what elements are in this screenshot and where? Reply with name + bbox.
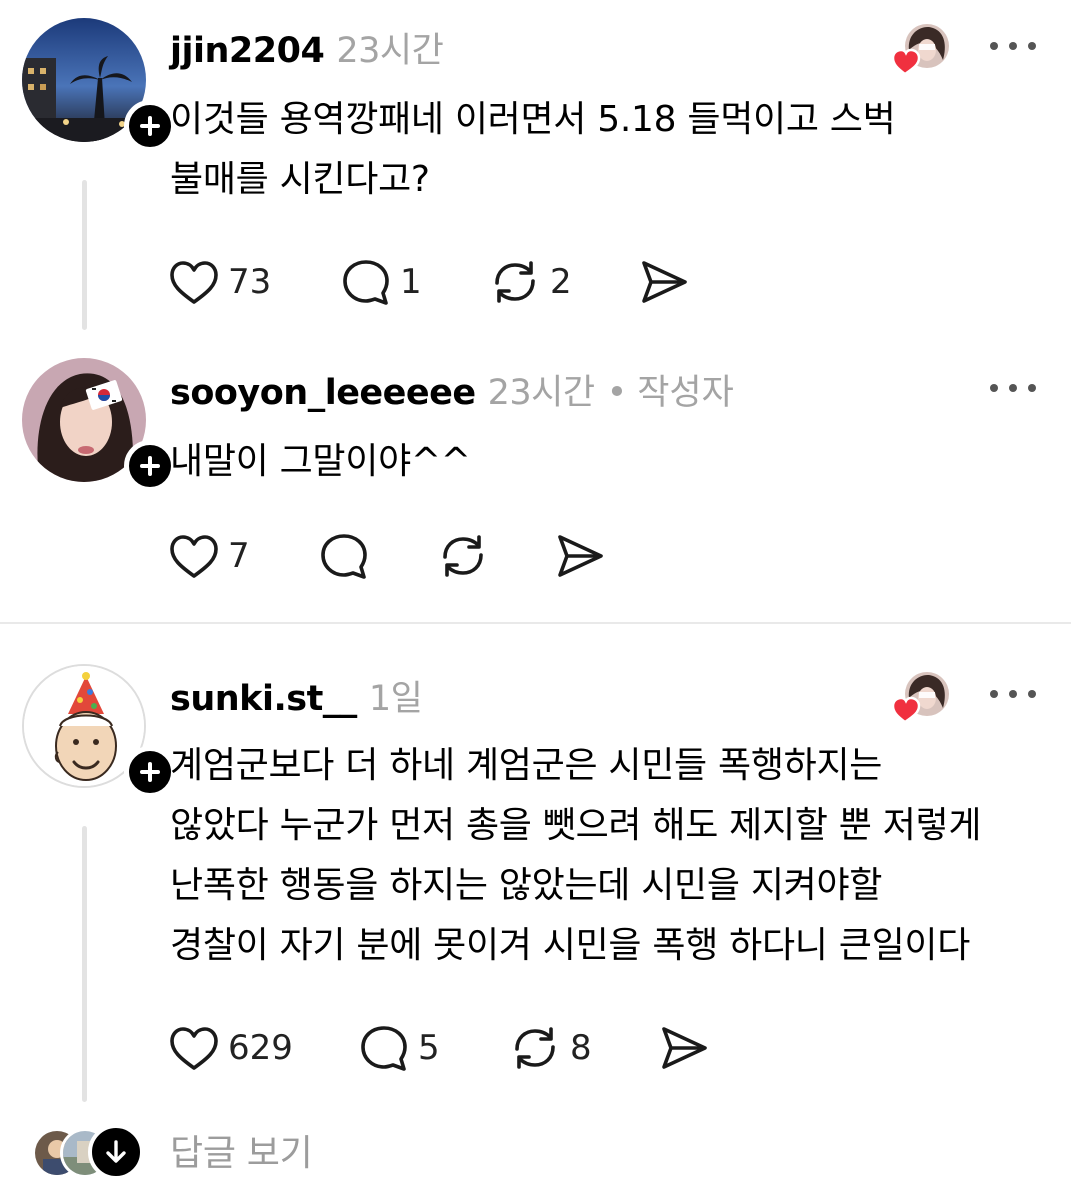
timestamp: 1일 xyxy=(368,679,423,719)
reply-button[interactable]: 1 xyxy=(340,254,422,310)
thread-line xyxy=(82,180,87,330)
share-button[interactable] xyxy=(658,1020,710,1076)
more-options-button[interactable] xyxy=(990,684,1036,704)
post-body-line: 내말이 그말이야^^ xyxy=(170,441,471,482)
thread-line xyxy=(82,826,87,1102)
like-button[interactable]: 629 xyxy=(168,1020,293,1076)
reply-button[interactable] xyxy=(318,528,370,584)
post-sunki-st: sunki.st__ 1일 계엄군보다 더 하네 계엄군은 시민들 폭행하지는 … xyxy=(0,624,1071,1182)
arrow-down-icon xyxy=(106,1140,126,1163)
repost-button[interactable]: 8 xyxy=(508,1020,592,1076)
repost-count: 8 xyxy=(570,1028,592,1068)
more-dots-icon xyxy=(990,384,998,392)
post-body-line: 난폭한 행동을 하지는 않았는데 시민을 지켜야할 xyxy=(170,865,883,906)
heart-outline-icon xyxy=(170,535,218,578)
post-body-line: 이것들 용역깡패네 이러면서 5.18 들먹이고 스벅 xyxy=(170,99,896,140)
reply-button[interactable]: 5 xyxy=(358,1020,440,1076)
post-body: 내말이 그말이야^^ xyxy=(170,432,1060,492)
avatar-wrap[interactable] xyxy=(22,664,176,798)
post-header: sunki.st__ 1일 xyxy=(170,670,423,721)
repost-arrows-icon xyxy=(495,261,535,303)
repost-arrows-icon xyxy=(443,535,483,577)
avatar-wrap[interactable] xyxy=(22,18,176,152)
speech-bubble-icon xyxy=(343,260,389,305)
post-body: 계엄군보다 더 하네 계엄군은 시민들 폭행하지는 않았다 누군가 먼저 총을 … xyxy=(170,736,1060,976)
speech-bubble-icon xyxy=(361,1026,407,1071)
like-button[interactable]: 7 xyxy=(168,528,250,584)
heart-icon xyxy=(891,48,921,76)
username[interactable]: jjin2204 xyxy=(170,31,325,71)
like-button[interactable]: 73 xyxy=(168,254,271,310)
like-count: 73 xyxy=(228,262,272,302)
reply-count: 5 xyxy=(418,1028,440,1068)
post-body-line: 계엄군보다 더 하네 계엄군은 시민들 폭행하지는 xyxy=(170,745,883,786)
repost-button[interactable]: 2 xyxy=(488,254,572,310)
timestamp: 23시간 xyxy=(336,31,444,71)
expand-replies-button[interactable] xyxy=(88,1124,144,1180)
repost-count: 2 xyxy=(550,262,572,302)
plus-icon xyxy=(140,116,160,136)
paper-plane-icon xyxy=(558,535,603,577)
like-count: 7 xyxy=(228,536,250,576)
post-header: sooyon_leeeeee 23시간 • 작성자 xyxy=(170,364,734,415)
post-sooyon-leeeeee: sooyon_leeeeee 23시간 • 작성자 내말이 그말이야^^ 7 xyxy=(0,340,1071,620)
follow-button[interactable] xyxy=(124,746,176,798)
post-jjin2204: jjin2204 23시간 이것들 용역깡패네 이러면서 5.18 들먹이고 스… xyxy=(0,0,1071,340)
view-replies-row[interactable]: 답글 보기 xyxy=(32,1122,432,1180)
repost-button[interactable] xyxy=(436,528,490,584)
more-options-button[interactable] xyxy=(990,36,1036,56)
share-button[interactable] xyxy=(554,528,606,584)
speech-bubble-icon xyxy=(321,534,367,579)
more-dots-icon xyxy=(990,690,998,698)
share-button[interactable] xyxy=(638,254,690,310)
post-body: 이것들 용역깡패네 이러면서 5.18 들먹이고 스벅 불매를 시킨다고? xyxy=(170,90,1060,210)
plus-icon xyxy=(140,762,160,782)
view-replies-link[interactable]: 답글 보기 xyxy=(170,1124,313,1176)
timestamp: 23시간 xyxy=(487,373,595,413)
post-body-line: 경찰이 자기 분에 못이겨 시민을 폭행 하다니 큰일이다 xyxy=(170,925,971,966)
heart-outline-icon xyxy=(170,261,218,304)
username[interactable]: sunki.st__ xyxy=(170,679,357,719)
more-dots-icon xyxy=(990,42,998,50)
author-tag: 작성자 xyxy=(637,373,734,413)
plus-icon xyxy=(140,456,160,476)
heart-outline-icon xyxy=(170,1027,218,1070)
avatar-wrap[interactable] xyxy=(22,358,176,492)
like-count: 629 xyxy=(228,1028,293,1068)
more-options-button[interactable] xyxy=(990,378,1036,398)
reply-count: 1 xyxy=(400,262,422,302)
post-header: jjin2204 23시간 xyxy=(170,22,444,73)
post-body-line: 불매를 시킨다고? xyxy=(170,159,430,200)
author-liked-indicator xyxy=(891,668,953,728)
follow-button[interactable] xyxy=(124,100,176,152)
paper-plane-icon xyxy=(662,1027,707,1069)
repost-arrows-icon xyxy=(515,1027,555,1069)
author-liked-indicator xyxy=(891,20,953,80)
paper-plane-icon xyxy=(642,261,687,303)
heart-icon xyxy=(891,696,921,724)
post-body-line: 않았다 누군가 먼저 총을 뺏으려 해도 제지할 뿐 저렇게 xyxy=(170,805,982,846)
follow-button[interactable] xyxy=(124,440,176,492)
meta-separator: • xyxy=(606,373,628,413)
username[interactable]: sooyon_leeeeee xyxy=(170,373,476,413)
